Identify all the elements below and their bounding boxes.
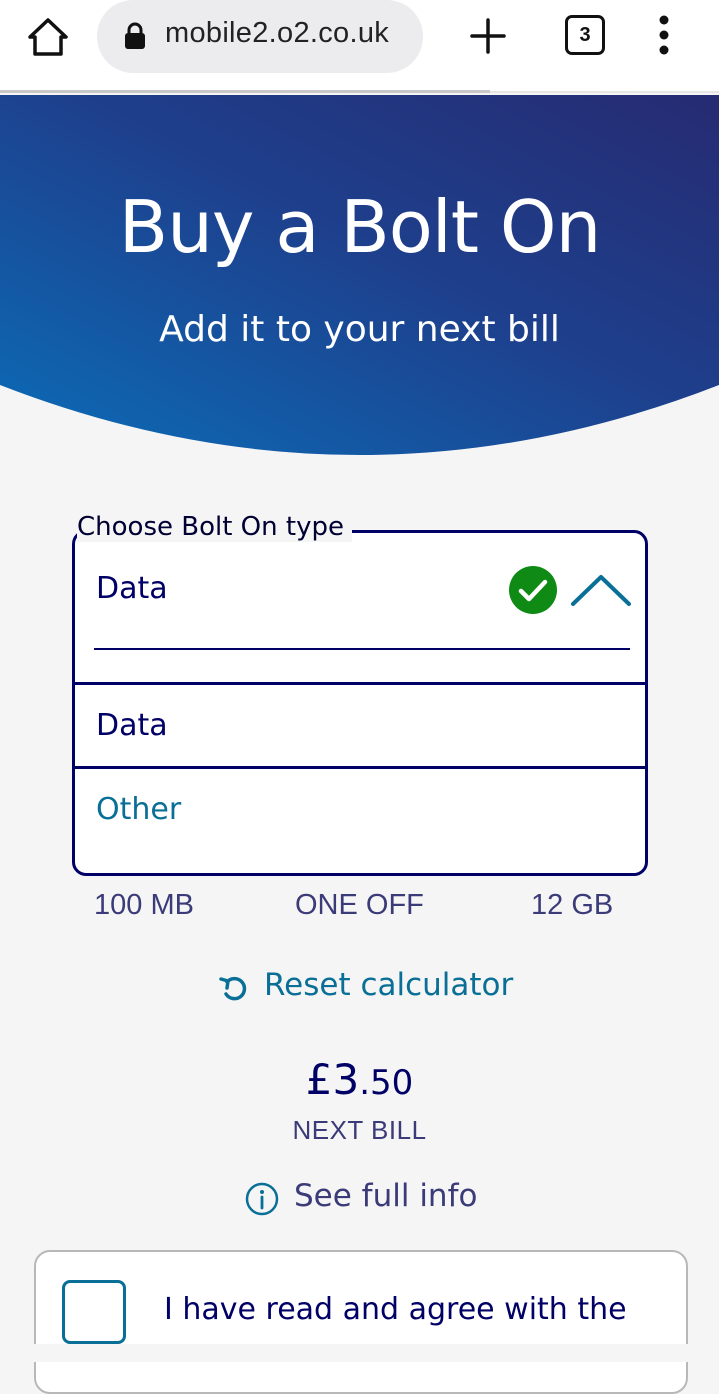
- chevron-up-icon[interactable]: [570, 571, 632, 609]
- terms-checkbox[interactable]: [62, 1280, 126, 1344]
- scale-mid-label: ONE OFF: [295, 889, 424, 921]
- scale-min-label: 100 MB: [94, 889, 194, 921]
- select-underline: [94, 648, 630, 650]
- info-icon: [245, 1182, 279, 1216]
- price-decimal: .50: [359, 1063, 414, 1103]
- browser-toolbar: mobile2.o2.co.uk 3: [0, 0, 719, 92]
- bolt-on-type-select[interactable]: Data Data Other: [72, 530, 648, 876]
- reset-calculator-label: Reset calculator: [264, 967, 514, 1003]
- option-data[interactable]: Data: [75, 685, 645, 769]
- scale-max-label: 12 GB: [531, 889, 614, 921]
- tabs-icon[interactable]: 3: [565, 15, 605, 55]
- hero-background: [0, 95, 719, 455]
- tab-count: 3: [565, 15, 605, 55]
- select-label: Choose Bolt On type: [77, 512, 352, 542]
- option-label: Other: [96, 792, 182, 827]
- address-bar[interactable]: mobile2.o2.co.uk: [97, 0, 423, 73]
- option-label: Data: [96, 708, 168, 743]
- page-title: Buy a Bolt On: [118, 185, 601, 269]
- home-icon[interactable]: [22, 12, 74, 60]
- lock-icon: [123, 21, 147, 51]
- selected-value: Data: [96, 571, 168, 606]
- price-display: £3.50: [0, 1055, 719, 1104]
- terms-card: I have read and agree with the: [34, 1250, 688, 1394]
- more-vert-icon[interactable]: [650, 14, 678, 58]
- see-full-info-label: See full info: [294, 1178, 478, 1214]
- hero-banner: Buy a Bolt On Add it to your next bill: [0, 95, 719, 455]
- reset-icon: [218, 972, 250, 1004]
- terms-label: I have read and agree with the: [164, 1292, 627, 1327]
- page-subtitle: Add it to your next bill: [159, 309, 560, 350]
- plus-icon[interactable]: [466, 14, 510, 58]
- url-text: mobile2.o2.co.uk: [165, 17, 390, 49]
- price-caption: NEXT BILL: [292, 1115, 427, 1145]
- price-whole: £3: [305, 1055, 360, 1104]
- page-load-progress: [0, 90, 490, 93]
- option-other[interactable]: Other: [75, 769, 645, 869]
- viewport-bottom: [0, 1344, 719, 1362]
- toolbar-divider: [490, 91, 719, 93]
- check-circle-icon: [508, 565, 558, 615]
